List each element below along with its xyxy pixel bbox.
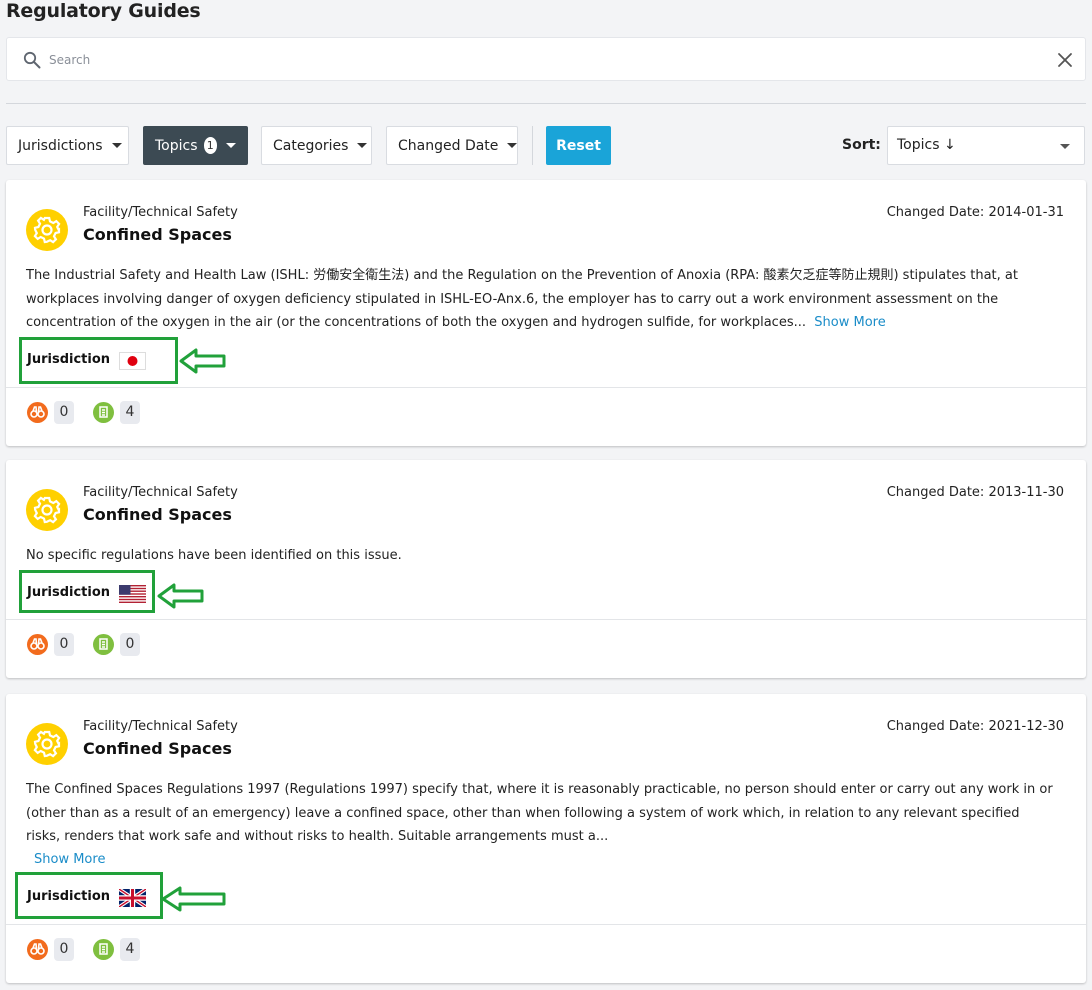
filter-separator	[532, 126, 533, 165]
card-description: The Industrial Safety and Health Law (IS…	[26, 264, 1056, 335]
jurisdictions-filter-button[interactable]: Jurisdictions	[6, 126, 129, 165]
card-category: Facility/Technical Safety	[83, 205, 238, 220]
topics-count-badge: 1	[203, 137, 217, 154]
sort-label: Sort:	[842, 137, 881, 153]
card-changed-date: Changed Date: 2013-11-30	[886, 485, 1064, 500]
card-category: Facility/Technical Safety	[83, 485, 238, 500]
page-title: Regulatory Guides	[6, 0, 201, 22]
stat-count: 4	[120, 401, 140, 424]
document-icon[interactable]	[93, 634, 114, 655]
card-description: The Confined Spaces Regulations 1997 (Re…	[26, 782, 1053, 844]
binoculars-icon[interactable]	[27, 939, 48, 960]
binoculars-icon[interactable]	[27, 402, 48, 423]
jurisdiction-highlight-box	[19, 570, 155, 613]
chevron-down-icon	[507, 143, 518, 148]
show-more-link[interactable]: Show More	[34, 852, 105, 867]
show-more-link[interactable]: Show More	[814, 315, 885, 330]
card-footer-divider	[6, 387, 1086, 388]
card-title[interactable]: Confined Spaces	[83, 225, 232, 244]
card-title[interactable]: Confined Spaces	[83, 739, 232, 758]
stat-count: 4	[120, 938, 140, 961]
chevron-down-icon	[357, 143, 368, 148]
topics-filter-label: Topics	[155, 137, 198, 154]
chevron-down-icon	[226, 143, 236, 148]
search-icon	[23, 51, 41, 69]
chevron-down-icon	[1060, 144, 1070, 149]
guide-card[interactable]: Facility/Technical Safety Confined Space…	[6, 460, 1086, 678]
changed-date-filter-button[interactable]: Changed Date	[386, 126, 518, 165]
document-icon[interactable]	[93, 939, 114, 960]
card-footer-divider	[6, 924, 1086, 925]
jurisdiction-highlight-box	[19, 337, 178, 384]
chevron-down-icon	[111, 143, 122, 148]
stat-count: 0	[54, 633, 74, 656]
guide-card[interactable]: Facility/Technical Safety Confined Space…	[6, 694, 1086, 983]
categories-filter-button[interactable]: Categories	[261, 126, 372, 165]
card-description: No specific regulations have been identi…	[26, 548, 402, 563]
sort-value: Topics ↓	[897, 137, 956, 153]
stat-count: 0	[54, 938, 74, 961]
stat-count: 0	[54, 401, 74, 424]
gear-icon	[26, 723, 68, 765]
document-icon[interactable]	[93, 402, 114, 423]
left-arrow-icon	[179, 348, 226, 374]
left-arrow-icon	[161, 886, 226, 912]
gear-icon	[26, 209, 68, 251]
search-input[interactable]	[49, 48, 1009, 72]
close-icon[interactable]	[1057, 52, 1073, 68]
card-changed-date: Changed Date: 2021-12-30	[886, 719, 1064, 734]
sort-select[interactable]: Topics ↓	[887, 126, 1085, 165]
binoculars-icon[interactable]	[27, 634, 48, 655]
guide-card[interactable]: Facility/Technical Safety Confined Space…	[6, 180, 1086, 446]
reset-button[interactable]: Reset	[546, 126, 611, 165]
changed-date-filter-label: Changed Date	[398, 137, 499, 154]
gear-icon	[26, 489, 68, 531]
search-bar	[6, 37, 1086, 81]
card-title[interactable]: Confined Spaces	[83, 505, 232, 524]
categories-filter-label: Categories	[273, 137, 349, 154]
topics-filter-button[interactable]: Topics 1	[143, 126, 248, 165]
card-changed-date: Changed Date: 2014-01-31	[886, 205, 1064, 220]
left-arrow-icon	[157, 583, 204, 609]
card-footer-divider	[6, 619, 1086, 620]
jurisdiction-highlight-box	[15, 872, 163, 919]
jurisdictions-filter-label: Jurisdictions	[18, 137, 103, 154]
divider	[6, 103, 1086, 104]
stat-count: 0	[120, 633, 140, 656]
card-category: Facility/Technical Safety	[83, 719, 238, 734]
